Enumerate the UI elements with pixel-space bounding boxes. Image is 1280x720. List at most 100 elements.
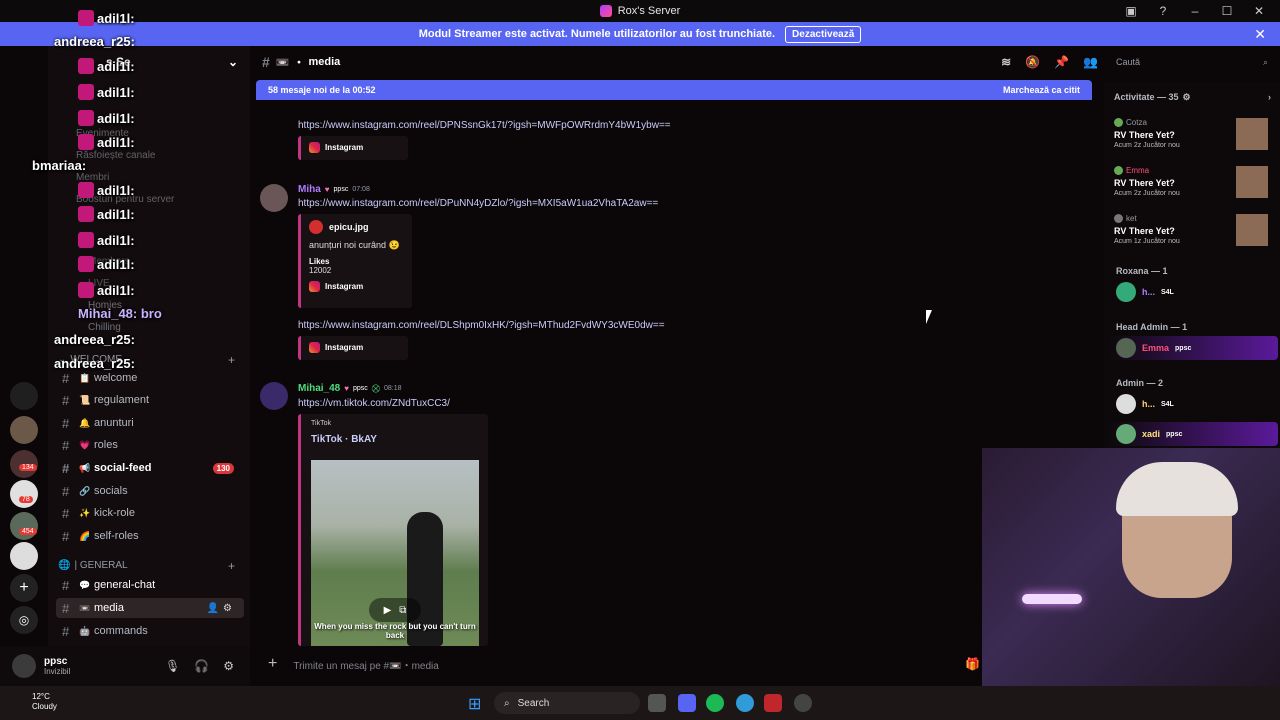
play-button[interactable]: ▶ ⧉ [369, 598, 421, 622]
unread-badge: 78 [19, 496, 33, 503]
windows-start-icon[interactable]: ⊞ [468, 694, 486, 713]
activity-item[interactable]: Emma RV There Yet? Acum 2z Jucător nou [1114, 166, 1274, 206]
channel-media[interactable]: # 📼 media 👤⚙ [56, 598, 244, 618]
ghost-item[interactable]: LIVE [88, 278, 110, 289]
channel-self-roles[interactable]: # 🌈 self-roles [56, 526, 244, 546]
search-input[interactable]: Caută ⌕ [1110, 52, 1274, 72]
channel-commands[interactable]: # 🤖 commands [56, 621, 244, 641]
mention-badge: 130 [212, 462, 234, 474]
avatar[interactable] [260, 184, 288, 212]
member-item[interactable]: h... S4L [1108, 280, 1278, 304]
new-messages-bar[interactable]: 58 mesaje noi de la 00:52 Marchează ca c… [256, 80, 1092, 100]
channel-social-feed[interactable]: # 📢 social-feed 130 [56, 458, 244, 478]
add-channel-icon[interactable]: + [228, 559, 235, 573]
task-view-icon[interactable] [648, 694, 666, 712]
ghost-item[interactable]: Răsfoiește canale [76, 150, 156, 161]
server-icon[interactable] [10, 512, 38, 540]
member-list-icon[interactable]: 👥 [1083, 55, 1098, 69]
minimize-button[interactable]: – [1188, 4, 1202, 18]
spotify-icon[interactable] [706, 694, 724, 712]
explore-icon[interactable]: ◎ [10, 606, 38, 634]
discord-icon[interactable] [678, 694, 696, 712]
maximize-button[interactable]: ☐ [1220, 4, 1234, 18]
gear-icon[interactable]: ⚙ [223, 659, 234, 673]
pin-icon[interactable]: 📌 [1054, 55, 1069, 69]
channel-title: media [308, 56, 341, 68]
message-composer[interactable]: + Trimite un mesaj pe #📼・media 🎁 [256, 650, 986, 678]
category-general[interactable]: 🌐 | GENERAL + [58, 559, 235, 573]
add-channel-icon[interactable]: + [228, 353, 235, 367]
microphone-icon[interactable]: 🎙 [165, 659, 180, 673]
server-icon-w2g[interactable] [10, 382, 38, 410]
ghost-item[interactable]: Chilling [88, 322, 121, 333]
channel-general-chat[interactable]: # 💬 general-chat [56, 575, 244, 595]
message-author[interactable]: Mihai_48 [298, 383, 340, 394]
edge-icon[interactable] [736, 694, 754, 712]
channel-regulament[interactable]: # 📜 regulament [56, 390, 244, 410]
taskbar-search[interactable]: ⌕ Search [494, 692, 640, 714]
gear-icon[interactable]: ⚙ [1183, 92, 1191, 103]
video-thumbnail[interactable]: ▶ ⧉ When you miss the rock but you can't … [311, 460, 479, 646]
server-icon[interactable] [10, 542, 38, 570]
weather-widget[interactable]: 12°C Cloudy [32, 692, 57, 712]
message-author[interactable]: Miha [298, 184, 321, 195]
ghost-item[interactable]: Members [88, 256, 130, 267]
channel-kick-role[interactable]: # ✨ kick-role [56, 503, 244, 523]
activity-header[interactable]: Activitate — 35 ⚙ › [1114, 92, 1271, 103]
avatar [1116, 282, 1136, 302]
inbox-icon[interactable]: ▣ [1124, 4, 1138, 18]
server-header[interactable]: s Se ⌄ [48, 46, 250, 78]
message-link[interactable]: https://www.instagram.com/reel/DPuNN4yDZ… [298, 198, 658, 209]
ghost-item[interactable]: Homies [88, 300, 122, 311]
unread-badge: 134 [19, 464, 37, 471]
heart-icon: ♥ [324, 185, 330, 194]
steam-icon[interactable] [794, 694, 812, 712]
channel-emoji-icon: 💬 [79, 579, 91, 590]
channel-label: socials [94, 485, 128, 497]
member-name: h... [1142, 399, 1155, 409]
notifications-icon[interactable]: 🔕 [1025, 55, 1040, 69]
threads-icon[interactable]: ≋ [1001, 55, 1011, 69]
message-link[interactable]: https://www.instagram.com/reel/DPNSsnGk1… [298, 120, 671, 131]
message-header: Mihai_48 ♥ ppsc ⛒ 08:18 [298, 383, 402, 394]
avatar[interactable] [260, 382, 288, 410]
member-item[interactable]: Emma ppsc [1108, 336, 1278, 360]
message-link[interactable]: https://www.instagram.com/reel/DLShpm0Ix… [298, 320, 665, 331]
ghost-item[interactable]: Membri [76, 172, 109, 183]
member-item[interactable]: h... S4L [1108, 392, 1278, 416]
add-server-icon[interactable]: + [10, 574, 38, 602]
close-window-button[interactable]: ✕ [1252, 4, 1266, 18]
activity-item[interactable]: ket RV There Yet? Acum 1z Jucător nou [1114, 214, 1274, 254]
server-icon[interactable] [10, 480, 38, 508]
channel-label: social-feed [94, 462, 152, 474]
instagram-icon [309, 142, 320, 153]
channel-settings-icon[interactable]: 👤⚙ [207, 603, 236, 614]
ghost-item[interactable]: Boosturi pentru server [76, 194, 174, 205]
user-info[interactable]: ppsc Invizibil [44, 656, 70, 676]
avatar [1116, 338, 1136, 358]
embed-provider: Instagram [325, 343, 364, 352]
activity-item[interactable]: Cotza RV There Yet? Acum 2z Jucător nou [1114, 118, 1274, 158]
channel-roles[interactable]: # 💗 roles [56, 435, 244, 455]
member-item[interactable]: xadi ppsc [1108, 422, 1278, 446]
channel-anunturi[interactable]: # 🔔 anunturi [56, 413, 244, 433]
app-icon[interactable] [764, 694, 782, 712]
message-input[interactable]: Trimite un mesaj pe #📼・media [293, 657, 438, 672]
mark-read-button[interactable]: Marchează ca citit [1003, 85, 1080, 95]
member-name: h... [1142, 287, 1155, 297]
attach-plus-icon[interactable]: + [268, 655, 277, 673]
embed-title[interactable]: TikTok · BkAY [311, 434, 377, 445]
server-icon[interactable] [10, 416, 38, 444]
disable-streamer-button[interactable]: Dezactivează [785, 25, 862, 43]
help-icon[interactable]: ? [1156, 4, 1170, 18]
chevron-right-icon[interactable]: › [1268, 92, 1271, 102]
avatar[interactable] [12, 654, 36, 678]
ghost-item[interactable]: Evenimente [76, 128, 129, 139]
channel-welcome[interactable]: # 📋 welcome [56, 368, 244, 388]
category-welcome[interactable]: ⌄ WELCOME + [58, 353, 235, 367]
gift-icon[interactable]: 🎁 [965, 657, 980, 671]
message-link[interactable]: https://vm.tiktok.com/ZNdTuxCC3/ [298, 398, 450, 409]
headphones-icon[interactable]: 🎧 [194, 659, 209, 673]
close-banner-icon[interactable]: ✕ [1254, 26, 1266, 43]
channel-socials[interactable]: # 🔗 socials [56, 481, 244, 501]
